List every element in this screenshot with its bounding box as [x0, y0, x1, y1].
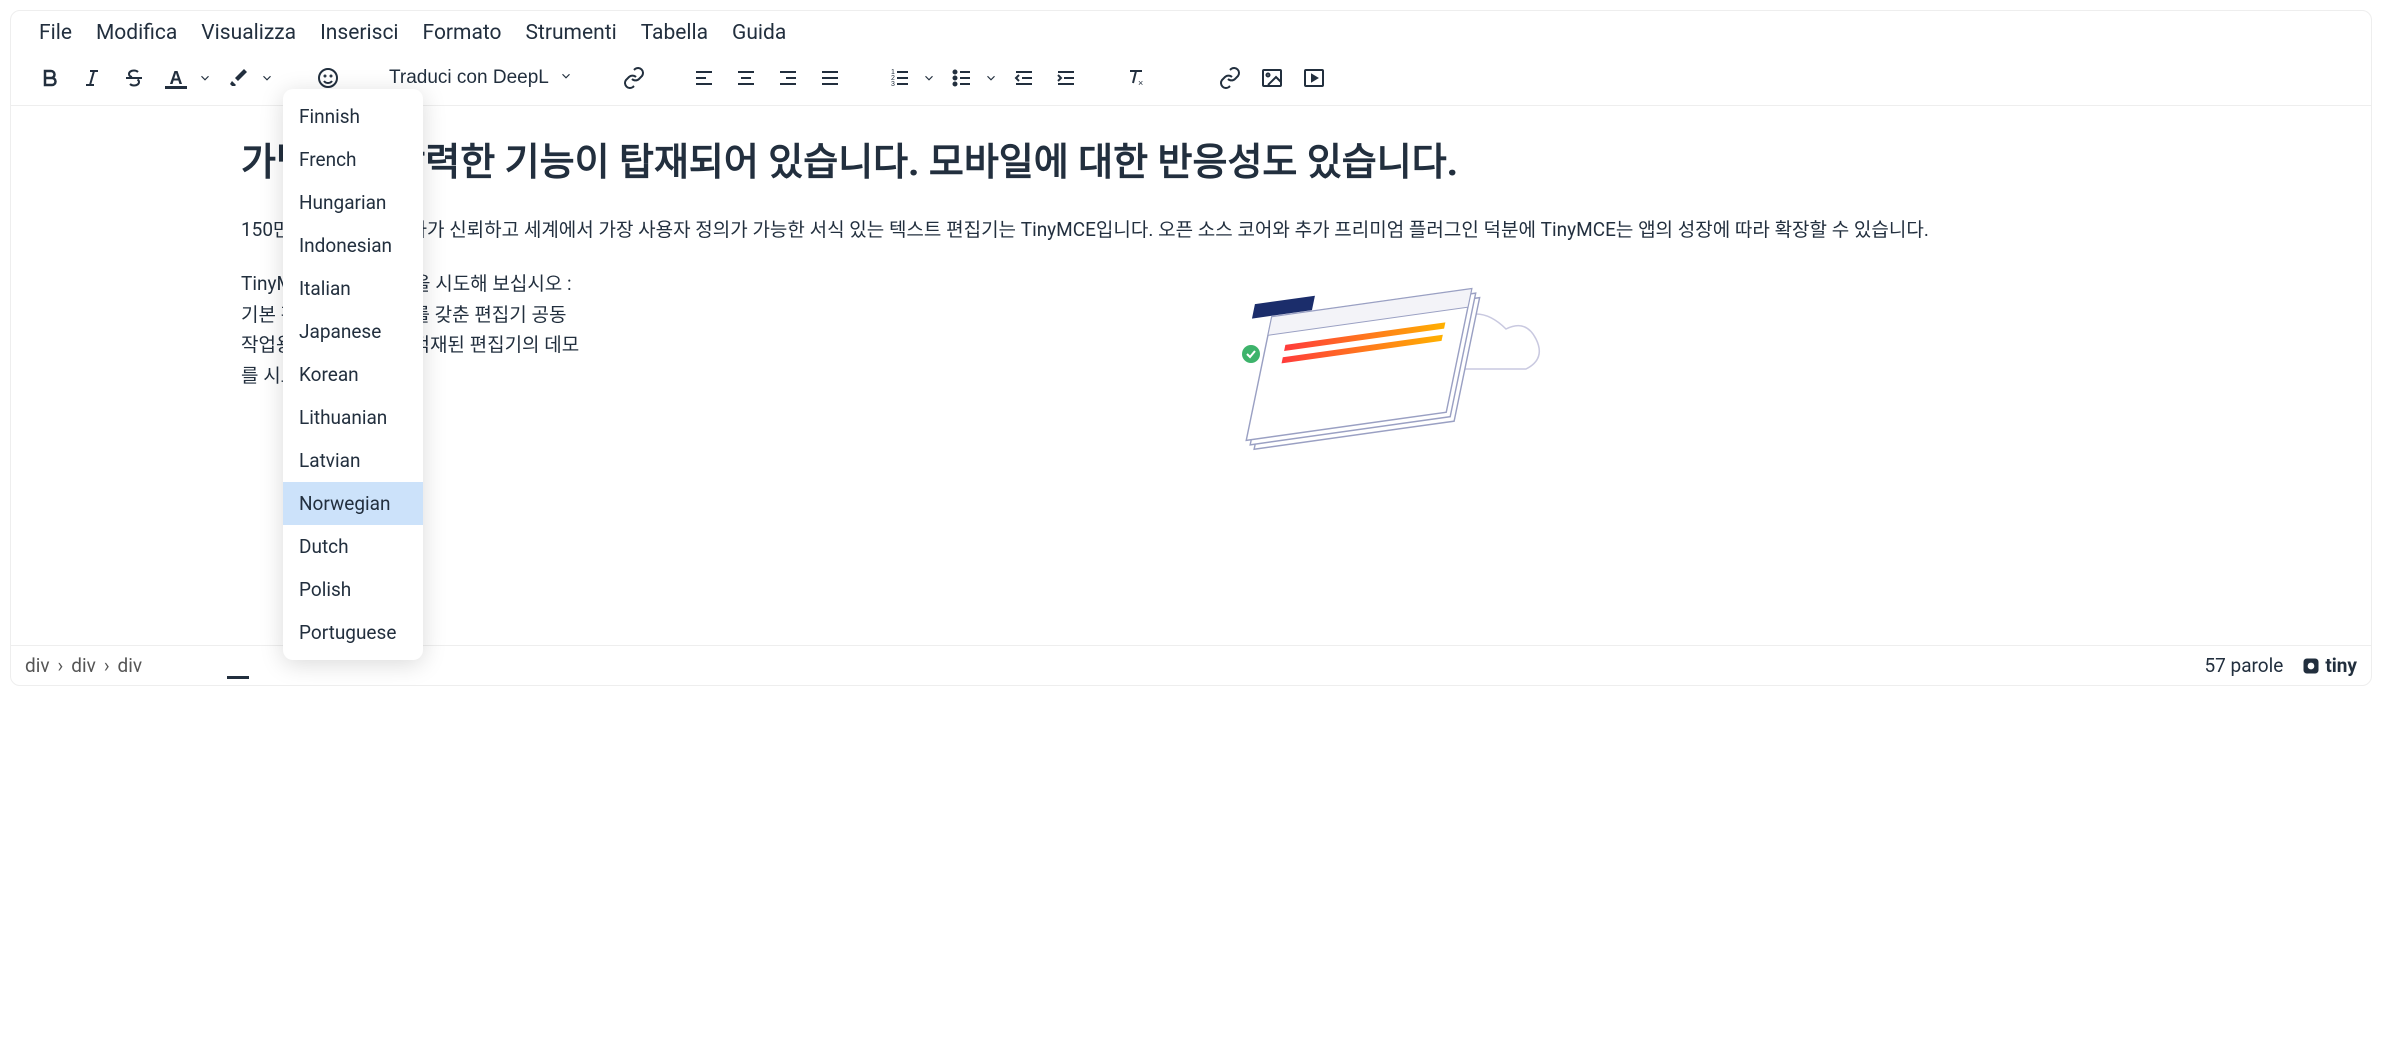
italic-button[interactable] [73, 59, 111, 97]
language-option[interactable]: Dutch [283, 525, 423, 568]
highlight-color-button[interactable] [219, 59, 257, 97]
content-paragraph-1: 150만 명 이상의 개발자가 신뢰하고 세계에서 가장 사용자 정의가 가능한… [241, 215, 2141, 245]
align-justify-button[interactable] [811, 59, 849, 97]
editor-container: File Modifica Visualizza Inserisci Forma… [10, 10, 2372, 686]
language-option[interactable]: Italian [283, 267, 423, 310]
link-button[interactable] [615, 59, 653, 97]
align-center-button[interactable] [727, 59, 765, 97]
numbered-list-chevron[interactable] [919, 59, 939, 97]
bold-button[interactable] [31, 59, 69, 97]
indent-button[interactable] [1047, 59, 1085, 97]
language-dropdown: FinnishFrenchHungarianIndonesianItalianJ… [283, 89, 423, 660]
language-option[interactable]: French [283, 138, 423, 181]
word-count[interactable]: 57 parole [2204, 654, 2283, 677]
menu-format[interactable]: Formato [423, 21, 502, 45]
text-color-button[interactable]: A [157, 59, 195, 97]
menu-file[interactable]: File [39, 21, 72, 45]
outdent-button[interactable] [1005, 59, 1043, 97]
language-option[interactable]: Latvian [283, 439, 423, 482]
bullet-list-chevron[interactable] [981, 59, 1001, 97]
menu-table[interactable]: Tabella [641, 21, 708, 45]
highlight-color-chevron[interactable] [257, 59, 277, 97]
language-option[interactable]: Finnish [283, 95, 423, 138]
language-option[interactable]: Portuguese [283, 611, 423, 654]
numbered-list-button[interactable]: 123 [881, 59, 919, 97]
menu-help[interactable]: Guida [732, 21, 786, 45]
chevron-down-icon [559, 67, 573, 89]
tiny-logo[interactable]: tiny [2301, 654, 2357, 677]
text-color-chevron[interactable] [195, 59, 215, 97]
language-option[interactable]: Polish [283, 568, 423, 611]
element-path[interactable]: div› div› div [25, 654, 142, 677]
clear-formatting-button[interactable]: × [1117, 59, 1155, 97]
language-option[interactable]: Lithuanian [283, 396, 423, 439]
align-left-button[interactable] [685, 59, 723, 97]
menu-tools[interactable]: Strumenti [526, 21, 617, 45]
language-option[interactable]: Hungarian [283, 181, 423, 224]
content-illustration [621, 269, 2141, 459]
media-button[interactable] [1295, 59, 1333, 97]
menubar: File Modifica Visualizza Inserisci Forma… [11, 11, 2371, 55]
menu-insert[interactable]: Inserisci [320, 21, 398, 45]
bullet-list-button[interactable] [943, 59, 981, 97]
translate-label: Traduci con DeepL [389, 67, 549, 89]
path-segment[interactable]: div [118, 654, 143, 677]
menu-view[interactable]: Visualizza [201, 21, 296, 45]
strikethrough-button[interactable] [115, 59, 153, 97]
language-option[interactable]: Norwegian [283, 482, 423, 525]
image-button[interactable] [1253, 59, 1291, 97]
path-segment[interactable]: div [25, 654, 50, 677]
content-heading: 가볍지만 강력한 기능이 탑재되어 있습니다. 모바일에 대한 반응성도 있습니… [241, 136, 2141, 191]
align-right-button[interactable] [769, 59, 807, 97]
language-option[interactable]: Korean [283, 353, 423, 396]
path-segment[interactable]: div [71, 654, 96, 677]
permalink-button[interactable] [1211, 59, 1249, 97]
menu-edit[interactable]: Modifica [96, 21, 177, 45]
svg-text:×: × [1138, 78, 1143, 88]
svg-text:3: 3 [891, 81, 895, 88]
language-option[interactable]: Japanese [283, 310, 423, 353]
language-option[interactable]: Indonesian [283, 224, 423, 267]
